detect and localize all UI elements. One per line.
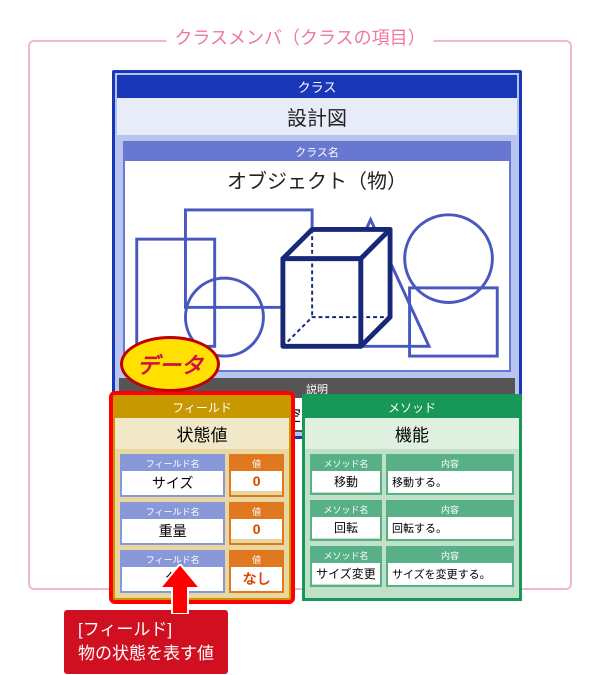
- method-name-box: メソッド名 回転: [310, 500, 382, 541]
- field-name-value: サイズ: [122, 471, 223, 495]
- method-name-value: 移動: [312, 471, 380, 492]
- field-row: フィールド名 重量 値 0: [120, 502, 284, 545]
- field-name-header: フィールド名: [122, 456, 223, 471]
- method-title: 機能: [305, 418, 519, 449]
- data-badge: データ: [120, 336, 220, 392]
- callout-line2: 物の状態を表す値: [78, 642, 214, 666]
- field-value: 0: [231, 519, 282, 539]
- field-value-header: 値: [231, 552, 282, 567]
- field-value-box: 値 0: [229, 454, 284, 497]
- field-callout: [フィールド] 物の状態を表す値: [64, 610, 228, 674]
- field-name-box: フィールド名 重量: [120, 502, 225, 545]
- class-member-title: クラスメンバ（クラスの項目）: [166, 24, 433, 50]
- class-title: 設計図: [117, 98, 517, 135]
- field-value-header: 値: [231, 456, 282, 471]
- arrow-up-icon: [155, 564, 205, 614]
- field-header: フィールド: [115, 397, 289, 418]
- method-name-header: メソッド名: [312, 502, 380, 517]
- field-row: フィールド名 サイズ 値 0: [120, 454, 284, 497]
- method-name-box: メソッド名 移動: [310, 454, 382, 495]
- method-desc-header: 内容: [388, 548, 512, 563]
- field-value-box: 値 0: [229, 502, 284, 545]
- method-row: メソッド名 移動 内容 移動する。: [310, 454, 514, 495]
- method-name-header: メソッド名: [312, 456, 380, 471]
- method-desc-box: 内容 移動する。: [386, 454, 514, 495]
- method-row: メソッド名 回転 内容 回転する。: [310, 500, 514, 541]
- field-value: 0: [231, 471, 282, 491]
- method-desc-box: 内容 回転する。: [386, 500, 514, 541]
- method-header: メソッド: [305, 397, 519, 418]
- field-name-box: フィールド名 サイズ: [120, 454, 225, 497]
- data-badge-text: データ: [137, 348, 203, 380]
- method-name-box: メソッド名 サイズ変更: [310, 546, 382, 587]
- classname-value: オブジェクト（物）: [125, 161, 509, 198]
- method-name-value: 回転: [312, 517, 380, 538]
- method-name-header: メソッド名: [312, 548, 380, 563]
- method-desc-value: サイズを変更する。: [388, 563, 512, 585]
- field-title: 状態値: [115, 418, 289, 449]
- field-value-header: 値: [231, 504, 282, 519]
- field-value-box: 値 なし: [229, 550, 284, 593]
- field-name-value: 重量: [122, 519, 223, 543]
- classname-header: クラス名: [125, 143, 509, 161]
- method-panel: メソッド 機能 メソッド名 移動 内容 移動する。 メソッド名 回転 内容 回転…: [302, 394, 522, 601]
- method-desc-value: 移動する。: [388, 471, 512, 493]
- field-value: なし: [231, 567, 282, 591]
- method-row: メソッド名 サイズ変更 内容 サイズを変更する。: [310, 546, 514, 587]
- field-name-header: フィールド名: [122, 504, 223, 519]
- method-desc-header: 内容: [388, 502, 512, 517]
- class-header: クラス: [117, 75, 517, 98]
- method-desc-header: 内容: [388, 456, 512, 471]
- method-desc-value: 回転する。: [388, 517, 512, 539]
- callout-line1: [フィールド]: [78, 618, 214, 642]
- method-desc-box: 内容 サイズを変更する。: [386, 546, 514, 587]
- method-name-value: サイズ変更: [312, 563, 380, 584]
